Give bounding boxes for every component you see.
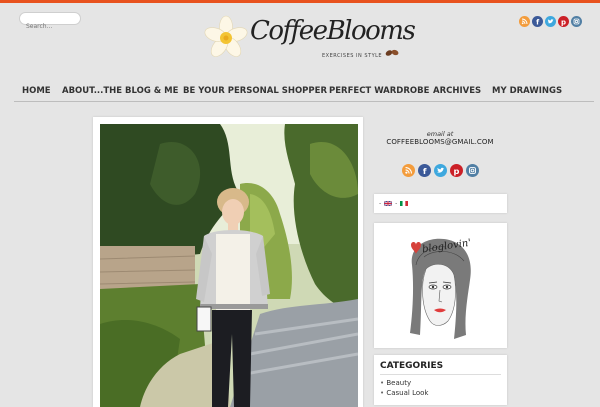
facebook-icon[interactable]: f: [532, 12, 543, 27]
nav-about[interactable]: ABOUT...THE BLOG & ME: [62, 86, 178, 96]
facebook-icon[interactable]: f: [418, 162, 431, 177]
coffee-beans-icon: [385, 49, 399, 56]
nav-personal-shopper[interactable]: BE YOUR PERSONAL SHOPPER: [183, 86, 327, 96]
language-separator: -: [379, 200, 382, 207]
category-item-beauty[interactable]: Beauty: [380, 378, 428, 388]
categories-list: Beauty Casual Look: [380, 378, 428, 398]
svg-text:p: p: [561, 18, 566, 26]
search-box[interactable]: [19, 12, 81, 32]
svg-text:p: p: [454, 166, 460, 176]
main-nav: HOME ABOUT...THE BLOG & ME BE YOUR PERSO…: [14, 81, 594, 102]
rss-icon[interactable]: [519, 12, 530, 27]
categories-divider: [380, 374, 501, 375]
bloglovin-widget[interactable]: bloglovin': [374, 223, 507, 348]
italy-flag-icon[interactable]: [400, 201, 409, 206]
categories-widget: CATEGORIES Beauty Casual Look: [374, 355, 507, 405]
twitter-icon[interactable]: [545, 12, 556, 27]
twitter-icon[interactable]: [434, 162, 447, 177]
instagram-icon[interactable]: [571, 12, 582, 27]
contact-email: email at COFFEEBLOOMS@GMAIL.COM: [374, 130, 506, 146]
site-logo[interactable]: CoffeeBlooms EXERCISES IN STYLE: [202, 10, 416, 72]
site-tagline: EXERCISES IN STYLE: [322, 53, 383, 59]
top-accent-bar: [0, 0, 600, 3]
header-social-icons: f p: [519, 12, 582, 27]
sidebar-social-icons: f p: [402, 162, 479, 177]
post-card: [93, 117, 363, 407]
pinterest-icon[interactable]: p: [558, 12, 569, 27]
nav-perfect-wardrobe[interactable]: PERFECT WARDROBE: [329, 86, 429, 96]
search-input[interactable]: [20, 21, 78, 32]
category-item-casual-look[interactable]: Casual Look: [380, 388, 428, 398]
email-label: email at: [426, 130, 454, 138]
site-name: CoffeeBlooms: [250, 16, 416, 46]
post-photo[interactable]: [100, 124, 358, 407]
language-widget: - -: [374, 194, 507, 213]
email-address[interactable]: COFFEEBLOOMS@GMAIL.COM: [374, 138, 506, 146]
svg-text:f: f: [423, 166, 427, 176]
nav-home[interactable]: HOME: [22, 86, 51, 96]
pinterest-icon[interactable]: p: [450, 162, 463, 177]
categories-title: CATEGORIES: [380, 361, 444, 371]
uk-flag-icon[interactable]: [384, 201, 393, 206]
flower-icon: [204, 15, 248, 57]
instagram-icon[interactable]: [466, 162, 479, 177]
language-separator-2: -: [395, 200, 398, 207]
rss-icon[interactable]: [402, 162, 415, 177]
nav-archives[interactable]: ARCHIVES: [433, 86, 481, 96]
nav-my-drawings[interactable]: MY DRAWINGS: [492, 86, 562, 96]
